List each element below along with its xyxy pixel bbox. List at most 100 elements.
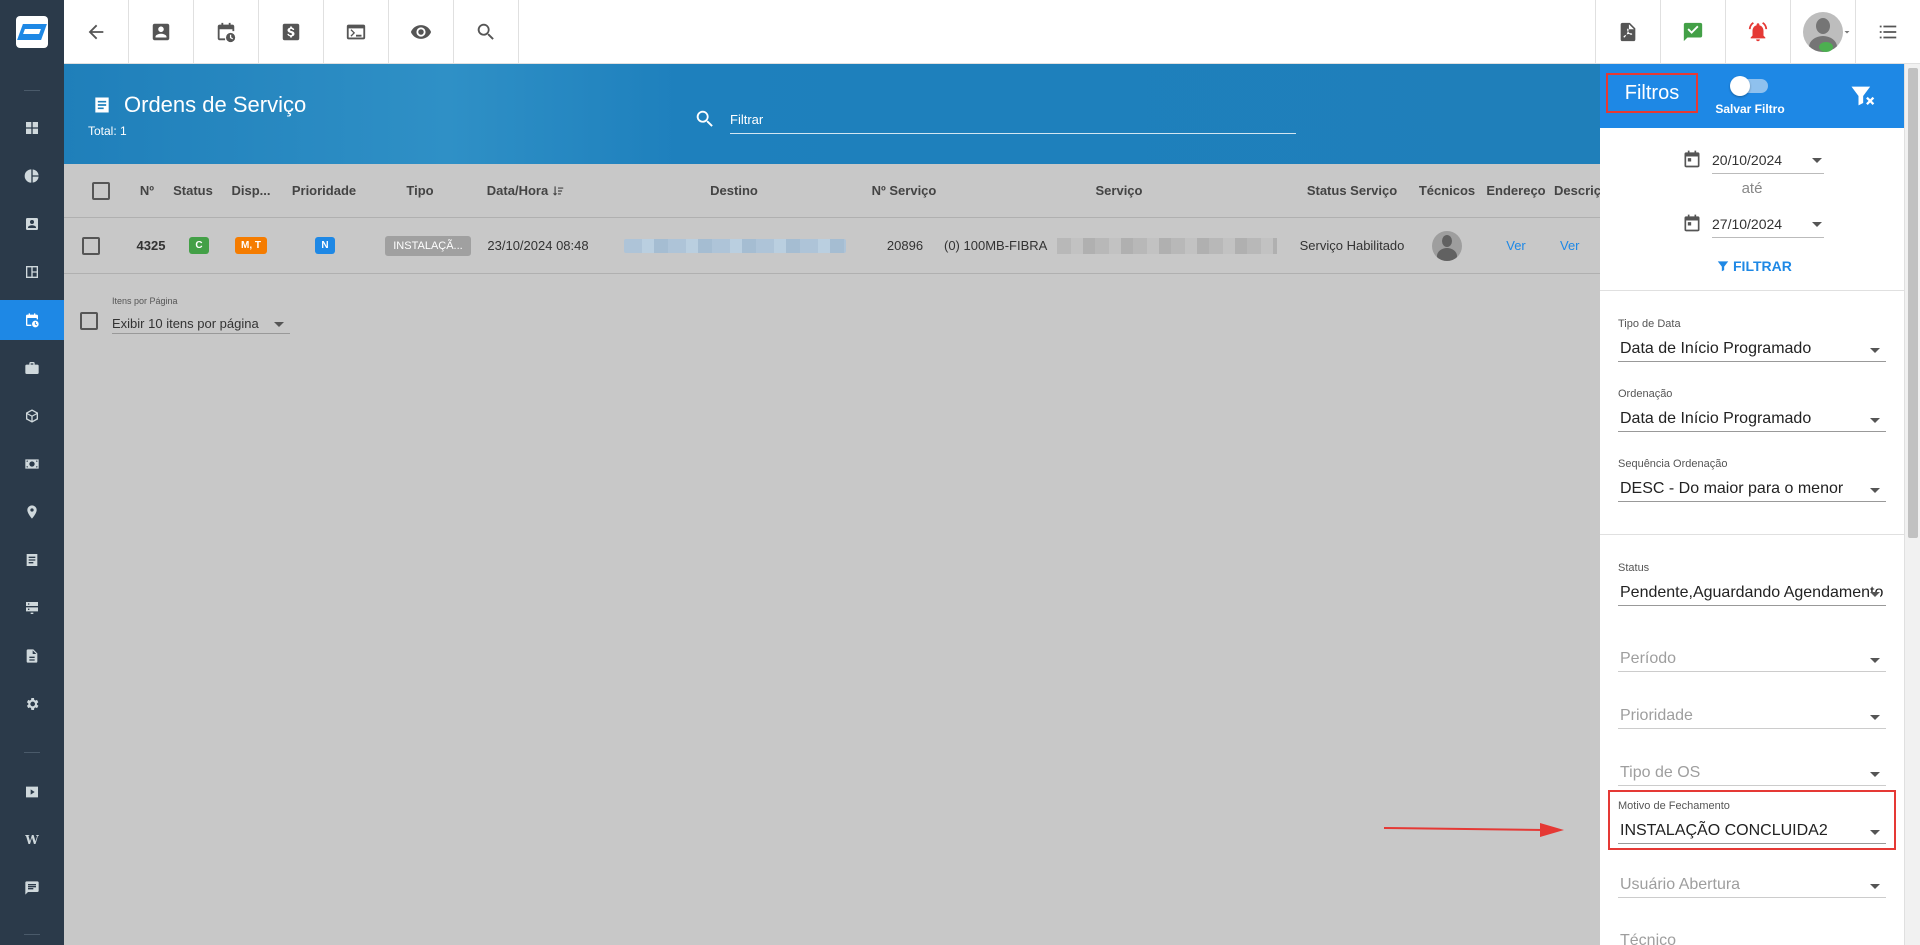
sidebar-item-products[interactable]: [0, 396, 64, 436]
apply-filter-button[interactable]: FILTRAR: [1716, 258, 1792, 274]
date-to-value: 27/10/2024: [1712, 210, 1824, 238]
redacted-destination: [624, 238, 846, 253]
row-data-hora: 23/10/2024 08:48: [487, 238, 589, 253]
dollar-box-icon: [282, 23, 300, 41]
column-destino[interactable]: Destino: [624, 164, 844, 217]
column-endereco[interactable]: Endereço: [1484, 164, 1548, 217]
date-from-field[interactable]: 20/10/2024: [1682, 146, 1832, 174]
column-disp[interactable]: Disp...: [226, 164, 276, 217]
dropdown-caret-icon: [1812, 158, 1822, 163]
back-button[interactable]: [64, 0, 129, 64]
sidebar-item-service-orders[interactable]: [0, 300, 64, 340]
schedule-button[interactable]: [194, 0, 259, 64]
row-endereco-link[interactable]: Ver: [1484, 218, 1548, 273]
notifications-button[interactable]: [1725, 0, 1790, 64]
items-per-page-select[interactable]: Exibir 10 itens por página: [112, 310, 290, 334]
tipo-os-select[interactable]: Tipo de OS: [1618, 756, 1886, 786]
view-button[interactable]: [389, 0, 454, 64]
sidebar-item-locations[interactable]: [0, 492, 64, 532]
ordenacao-select[interactable]: Ordenação Data de Início Programado: [1618, 388, 1886, 432]
column-prioridade[interactable]: Prioridade: [286, 164, 362, 217]
usuario-placeholder: Usuário Abertura: [1620, 876, 1741, 893]
row-tipo: INSTALAÇÃ...: [380, 218, 476, 273]
sequencia-select[interactable]: Sequência Ordenação DESC - Do maior para…: [1618, 458, 1886, 502]
search-button[interactable]: [454, 0, 519, 64]
contacts-button[interactable]: [129, 0, 194, 64]
menu-list-button[interactable]: [1855, 0, 1920, 64]
dropdown-caret-icon: [1870, 488, 1880, 493]
app-logo[interactable]: [0, 0, 64, 64]
save-filter-label: Salvar Filtro: [1715, 102, 1785, 116]
sidebar-item-reports[interactable]: [0, 156, 64, 196]
scrollbar-thumb[interactable]: [1908, 68, 1918, 538]
sidebar-item-chat[interactable]: [0, 868, 64, 908]
column-status[interactable]: Status: [168, 164, 218, 217]
column-data-hora[interactable]: Data/Hora: [476, 164, 576, 217]
date-from-value: 20/10/2024: [1712, 146, 1824, 174]
sidebar-item-board[interactable]: [0, 252, 64, 292]
clear-filter-button[interactable]: [1848, 82, 1876, 110]
contact-card-icon: [26, 218, 38, 230]
disp-badge: M, T: [235, 237, 267, 254]
date-to-field[interactable]: 27/10/2024: [1682, 210, 1832, 238]
column-tipo[interactable]: Tipo: [380, 164, 460, 217]
usuario-abertura-select[interactable]: Usuário Abertura: [1618, 868, 1886, 898]
column-servico[interactable]: Serviço: [1004, 164, 1234, 217]
save-filter-toggle[interactable]: [1730, 76, 1768, 96]
filter-divider: [1600, 534, 1904, 535]
calendar-icon: [1684, 214, 1700, 232]
sidebar-item-network[interactable]: [0, 588, 64, 628]
table-header: Nº Status Disp... Prioridade Tipo Data/H…: [64, 164, 1600, 218]
pdf-button[interactable]: [1595, 0, 1660, 64]
sidebar-item-clients[interactable]: [0, 204, 64, 244]
tecnico-select[interactable]: Técnico: [1618, 924, 1886, 945]
status-label: Status: [1618, 562, 1650, 574]
sidebar-item-billing[interactable]: [0, 444, 64, 484]
apply-filter-label: FILTRAR: [1733, 258, 1792, 274]
chat-icon: [25, 881, 39, 895]
row-servico-text: (0) 100MB-FIBRA: [944, 238, 1048, 253]
tipo-data-select[interactable]: Tipo de Data Data de Início Programado: [1618, 318, 1886, 362]
user-menu[interactable]: [1790, 0, 1855, 64]
row-tecnicos[interactable]: [1414, 218, 1480, 273]
column-status-servico[interactable]: Status Serviço: [1292, 164, 1412, 217]
sidebar-item-videos[interactable]: [0, 772, 64, 812]
filter-title: Filtros: [1606, 73, 1698, 113]
date-to-text: 27/10/2024: [1712, 216, 1783, 232]
filter-panel-scrollbar[interactable]: [1904, 64, 1920, 945]
tipo-data-value: Data de Início Programado: [1620, 340, 1812, 357]
terminal-button[interactable]: [324, 0, 389, 64]
messages-button[interactable]: [1660, 0, 1725, 64]
dropdown-caret-icon: [1870, 772, 1880, 777]
table-row[interactable]: 4325 C M, T N INSTALAÇÃ... 23/10/2024 08…: [64, 218, 1600, 274]
sidebar-item-dashboard[interactable]: [0, 108, 64, 148]
column-numero[interactable]: Nº: [132, 164, 162, 217]
date-from-text: 20/10/2024: [1712, 152, 1783, 168]
sidebar-item-files[interactable]: [0, 636, 64, 676]
sidebar-item-documents[interactable]: [0, 540, 64, 580]
items-per-page-label: Itens por Página: [112, 296, 178, 306]
tipo-os-placeholder: Tipo de OS: [1620, 764, 1701, 781]
search-input[interactable]: [730, 106, 1296, 134]
status-select[interactable]: Status Pendente,Aguardando Agendamento: [1618, 562, 1886, 606]
prioridade-placeholder: Prioridade: [1620, 707, 1693, 724]
sidebar-item-wiki[interactable]: W: [0, 820, 64, 860]
select-all-checkbox[interactable]: [86, 164, 116, 217]
prioridade-select[interactable]: Prioridade: [1618, 699, 1886, 729]
items-per-page-value: Exibir 10 itens por página: [112, 316, 259, 331]
priority-badge: N: [315, 237, 335, 254]
sequencia-label: Sequência Ordenação: [1618, 458, 1728, 470]
row-status: C: [174, 218, 224, 273]
periodo-select[interactable]: Período: [1618, 642, 1886, 672]
bulk-select-checkbox[interactable]: [80, 312, 98, 330]
column-descricao[interactable]: Descriç: [1554, 164, 1600, 217]
row-descricao-link[interactable]: Ver: [1554, 218, 1600, 273]
sidebar-item-settings[interactable]: [0, 684, 64, 724]
finance-button[interactable]: [259, 0, 324, 64]
column-n-servico[interactable]: Nº Serviço: [854, 164, 954, 217]
pie-chart-icon: [24, 169, 39, 183]
row-checkbox[interactable]: [76, 218, 106, 273]
column-tecnicos[interactable]: Técnicos: [1414, 164, 1480, 217]
dropdown-caret-icon: [1870, 418, 1880, 423]
sidebar-item-inventory[interactable]: [0, 348, 64, 388]
